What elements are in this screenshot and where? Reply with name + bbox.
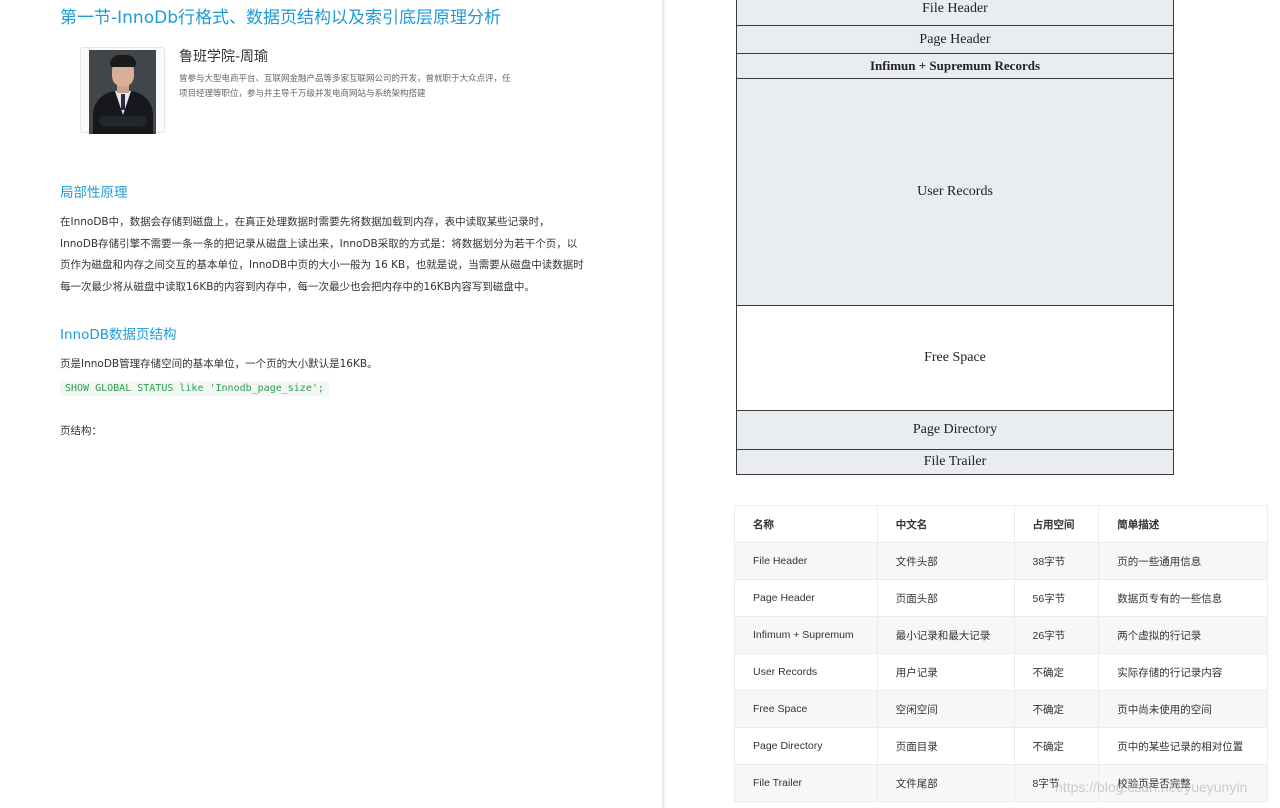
table-cell: 用户记录 xyxy=(876,653,1015,691)
table-row: Page Directory 页面目录 不确定 页中的某些记录的相对位置 xyxy=(734,727,1268,765)
table-cell: File Header xyxy=(734,542,878,580)
table-cell: 56字节 xyxy=(1013,579,1100,617)
table-row: Page Header 页面头部 56字节 数据页专有的一些信息 xyxy=(734,579,1268,617)
table-cell: 实际存储的行记录内容 xyxy=(1098,653,1268,691)
blog-watermark: https://blog.csdn.net/yueyunyin xyxy=(1055,779,1248,795)
page-structure-intro: 页是InnoDB管理存储空间的基本单位，一个页的大小默认是16KB。 xyxy=(60,358,378,370)
table-header-name: 名称 xyxy=(734,505,878,543)
table-cell: File Trailer xyxy=(734,764,878,802)
diagram-segment-page-header: Page Header xyxy=(737,26,1173,54)
table-cell: 文件头部 xyxy=(876,542,1015,580)
table-cell: 文件尾部 xyxy=(876,764,1015,802)
table-cell: Page Header xyxy=(734,579,878,617)
table-row: User Records 用户记录 不确定 实际存储的行记录内容 xyxy=(734,653,1268,691)
table-row: Free Space 空闲空间 不确定 页中尚未使用的空间 xyxy=(734,690,1268,728)
table-cell: User Records xyxy=(734,653,878,691)
table-cell: 38字节 xyxy=(1013,542,1100,580)
table-cell: 两个虚拟的行记录 xyxy=(1098,616,1268,654)
table-row: Infimum + Supremum 最小记录和最大记录 26字节 两个虚拟的行… xyxy=(734,616,1268,654)
table-cell: 最小记录和最大记录 xyxy=(876,616,1015,654)
table-header-size: 占用空间 xyxy=(1013,505,1100,543)
diagram-segment-file-header: File Header xyxy=(737,0,1173,26)
table-cell: 不确定 xyxy=(1013,690,1100,728)
table-cell: 数据页专有的一些信息 xyxy=(1098,579,1268,617)
author-bio-line: 曾参与大型电商平台、互联网金融产品等多家互联网公司的开发，曾就职于大众点评，任 xyxy=(179,74,511,84)
table-cell: 不确定 xyxy=(1013,653,1100,691)
table-header-description: 简单描述 xyxy=(1098,505,1268,543)
page-structure-table: 名称 中文名 占用空间 简单描述 File Header 文件头部 38字节 页… xyxy=(734,505,1268,802)
table-row: File Header 文件头部 38字节 页的一些通用信息 xyxy=(734,542,1268,580)
table-cell: 页中的某些记录的相对位置 xyxy=(1098,727,1268,765)
diagram-segment-infimum-supremum: Infimun + Supremum Records xyxy=(737,54,1173,79)
table-cell: 页中尚未使用的空间 xyxy=(1098,690,1268,728)
section-heading-page-structure: InnoDB数据页结构 xyxy=(60,327,177,343)
document-title: 第一节-InnoDb行格式、数据页结构以及索引底层原理分析 xyxy=(60,8,501,28)
author-card xyxy=(80,47,165,134)
paragraph-line: 每一次最少将从磁盘中读取16KB的内容到内存中，每一次最少也会把内存中的16KB… xyxy=(60,280,535,293)
table-cell: 页的一些通用信息 xyxy=(1098,542,1268,580)
table-cell: Page Directory xyxy=(734,727,878,765)
locality-paragraph: 在InnoDB中，数据会存储到磁盘上，在真正处理数据时需要先将数据加载到内存，表… xyxy=(60,212,620,298)
diagram-segment-user-records: User Records xyxy=(737,79,1173,306)
diagram-segment-file-trailer: File Trailer xyxy=(737,450,1173,474)
paragraph-line: 页作为磁盘和内存之间交互的基本单位，InnoDB中页的大小一般为 16 KB，也… xyxy=(60,259,584,271)
diagram-segment-page-directory: Page Directory xyxy=(737,411,1173,450)
table-cell: 页面目录 xyxy=(876,727,1015,765)
table-cell: Infimum + Supremum xyxy=(734,616,878,654)
author-name: 鲁班学院-周瑜 xyxy=(179,49,269,65)
table-cell: Free Space xyxy=(734,690,878,728)
table-header-chinese-name: 中文名 xyxy=(876,505,1015,543)
table-header-row: 名称 中文名 占用空间 简单描述 xyxy=(734,505,1268,543)
table-cell: 不确定 xyxy=(1013,727,1100,765)
table-cell: 26字节 xyxy=(1013,616,1100,654)
table-cell: 空闲空间 xyxy=(876,690,1015,728)
section-heading-locality: 局部性原理 xyxy=(60,185,128,201)
author-avatar xyxy=(89,50,156,134)
page-structure-label: 页结构： xyxy=(60,425,102,437)
diagram-segment-free-space: Free Space xyxy=(737,306,1173,411)
paragraph-line: InnoDB存储引擎不需要一条一条的把记录从磁盘上读出来，InnoDB采取的方式… xyxy=(60,237,578,250)
page-structure-diagram: File Header Page Header Infimun + Suprem… xyxy=(736,0,1174,475)
author-bio-line: 项目经理等职位，参与并主导千万级并发电商网站与系统架构搭建 xyxy=(179,89,426,99)
table-cell: 页面头部 xyxy=(876,579,1015,617)
author-bio: 曾参与大型电商平台、互联网金融产品等多家互联网公司的开发，曾就职于大众点评，任 … xyxy=(179,72,559,102)
sql-code-snippet[interactable]: SHOW GLOBAL STATUS like 'Innodb_page_siz… xyxy=(60,381,329,396)
paragraph-line: 在InnoDB中，数据会存储到磁盘上，在真正处理数据时需要先将数据加载到内存，表… xyxy=(60,216,550,228)
